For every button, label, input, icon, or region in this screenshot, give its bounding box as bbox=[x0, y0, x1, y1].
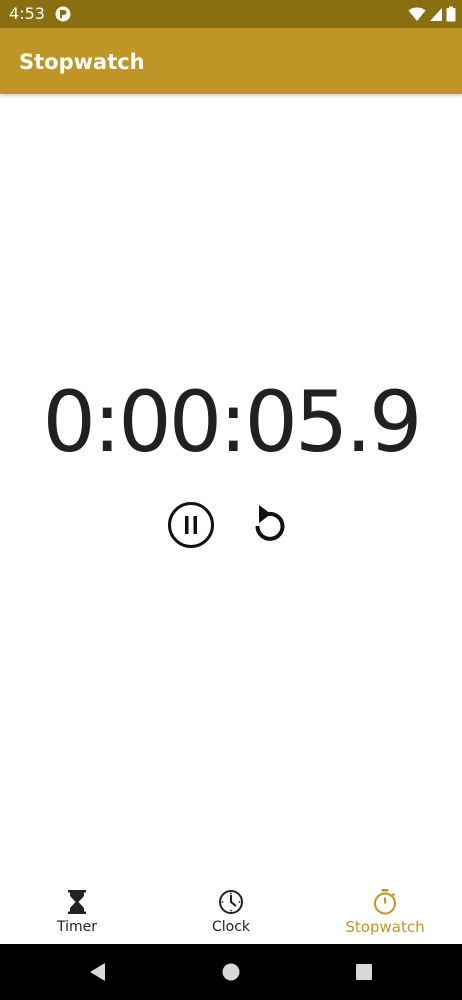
nav-item-stopwatch[interactable]: Stopwatch bbox=[308, 878, 462, 944]
nav-label-stopwatch: Stopwatch bbox=[345, 918, 425, 936]
app-bar: Stopwatch bbox=[0, 28, 462, 94]
battery-icon bbox=[446, 6, 456, 22]
clock-icon bbox=[219, 890, 243, 914]
status-time: 4:53 bbox=[9, 4, 45, 23]
bottom-navigation: Timer Clock Stopwatch bbox=[0, 878, 462, 944]
pause-circle-icon bbox=[168, 502, 214, 548]
stopwatch-icon bbox=[374, 889, 396, 915]
nav-label-timer: Timer bbox=[56, 919, 98, 935]
reset-button[interactable] bbox=[246, 501, 294, 549]
pause-button[interactable] bbox=[167, 501, 215, 549]
nav-item-timer[interactable]: Timer bbox=[0, 878, 154, 944]
nav-label-clock: Clock bbox=[211, 919, 251, 935]
back-icon[interactable] bbox=[86, 960, 110, 984]
signal-icon bbox=[430, 8, 442, 21]
hourglass-icon bbox=[68, 890, 86, 914]
home-icon[interactable] bbox=[219, 960, 243, 984]
system-navigation-bar bbox=[0, 944, 462, 1000]
page-title: Stopwatch bbox=[19, 50, 145, 74]
reset-icon bbox=[255, 505, 285, 541]
elapsed-time-display: 0:00:05.9 bbox=[42, 373, 423, 471]
status-bar: 4:53 bbox=[0, 0, 462, 28]
wifi-icon bbox=[408, 7, 426, 21]
status-icons bbox=[408, 5, 456, 23]
recents-icon[interactable] bbox=[352, 960, 376, 984]
nav-item-clock[interactable]: Clock bbox=[154, 878, 308, 944]
app-notification-icon bbox=[55, 6, 71, 22]
